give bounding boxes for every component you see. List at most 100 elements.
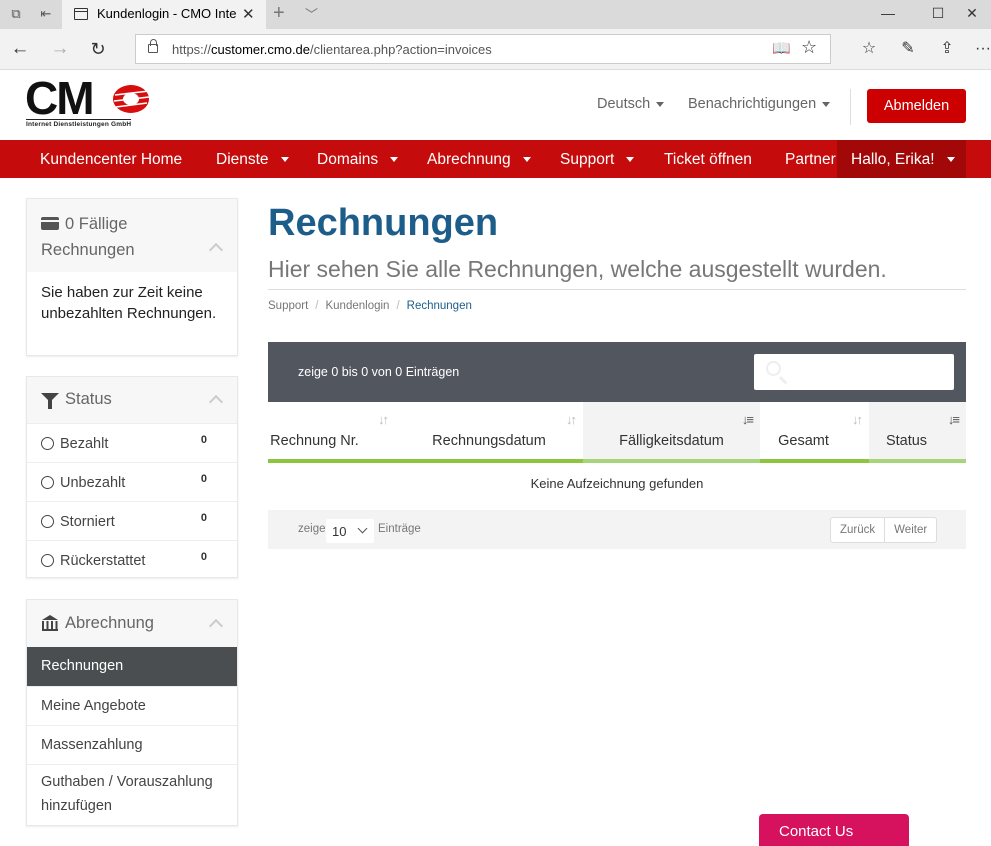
status-filter-cancelled[interactable]: Storniert 0	[27, 501, 237, 540]
nav-item-support[interactable]: Support	[560, 151, 635, 169]
page-length-select[interactable]: 10	[326, 519, 374, 543]
set-aside-tabs-icon[interactable]: ⇤	[38, 6, 54, 22]
status-filter-paid[interactable]: Bezahlt 0	[27, 423, 237, 462]
breadcrumb-client-login[interactable]: Kundenlogin	[325, 300, 389, 312]
language-dropdown[interactable]: Deutsch	[597, 96, 665, 112]
billing-menu-mass-payment[interactable]: Massenzahlung	[27, 725, 237, 764]
browser-tab[interactable]: Kundenlogin - CMO Inte ✕	[62, 0, 266, 29]
page-subtitle: Hier sehen Sie alle Rechnungen, welche a…	[268, 256, 887, 282]
radio-icon[interactable]	[41, 515, 54, 528]
table-empty-message: Keine Aufzeichnung gefunden	[530, 476, 704, 491]
site-header: CM Internet Dienstleistungen GmbH Deutsc…	[0, 70, 991, 140]
tab-title: Kundenlogin - CMO Inte	[97, 6, 237, 21]
billing-menu-title: Abrechnung	[65, 614, 154, 632]
table-info: zeige 0 bis 0 von 0 Einträgen	[298, 365, 460, 379]
status-filter-refunded[interactable]: Rückerstattet 0	[27, 540, 237, 579]
share-icon[interactable]: ⇪	[936, 38, 958, 60]
maximize-icon[interactable]: ☐	[928, 3, 948, 23]
nav-item-services[interactable]: Dienste	[216, 151, 289, 169]
page-icon	[74, 8, 88, 20]
nav-item-open-ticket[interactable]: Ticket öffnen	[664, 151, 752, 169]
contact-us-button[interactable]: Contact Us	[759, 814, 909, 846]
billing-menu-invoices[interactable]: Rechnungen	[27, 647, 237, 686]
sort-ascending-icon: ↓≡	[741, 412, 754, 427]
nav-item-partner[interactable]: Partner	[785, 151, 836, 169]
status-count: 0	[200, 512, 207, 524]
column-header-total[interactable]: ↓↑ Gesamt	[760, 402, 869, 463]
more-icon[interactable]: ···	[972, 38, 991, 60]
chevron-down-icon	[822, 101, 831, 107]
main-navigation: Kundencenter Home Dienste Domains Abrech…	[0, 140, 991, 178]
sort-icon: ↓↑	[566, 412, 577, 427]
chevron-up-icon[interactable]	[208, 242, 224, 258]
chevron-up-icon[interactable]	[208, 618, 224, 634]
pagination: Zurück Weiter	[830, 517, 938, 543]
minimize-icon[interactable]: —	[878, 3, 898, 23]
favorite-star-icon[interactable]: ☆	[801, 37, 817, 58]
reading-view-icon[interactable]: 📖	[772, 39, 791, 57]
cmo-logo[interactable]: CM Internet Dienstleistungen GmbH	[25, 74, 155, 130]
sort-icon: ↓↑	[378, 412, 389, 427]
nav-item-home[interactable]: Kundencenter Home	[40, 151, 182, 169]
logout-button[interactable]: Abmelden	[867, 89, 966, 123]
due-invoices-message: Sie haben zur Zeit keine unbezahlten Rec…	[41, 284, 217, 322]
nav-item-billing[interactable]: Abrechnung	[427, 151, 531, 169]
close-tab-icon[interactable]: ✕	[242, 5, 255, 23]
due-invoices-header[interactable]: 0 Fällige Rechnungen	[27, 199, 237, 272]
breadcrumb-support[interactable]: Support	[268, 300, 308, 312]
status-filter-unpaid[interactable]: Unbezahlt 0	[27, 462, 237, 501]
billing-menu-quotes[interactable]: Meine Angebote	[27, 686, 237, 725]
status-filter-title: Status	[65, 390, 112, 408]
forward-icon[interactable]: →	[48, 37, 72, 61]
close-window-icon[interactable]: ✕	[962, 3, 982, 23]
favorites-list-icon[interactable]: ☆	[858, 38, 880, 60]
previous-page-button[interactable]: Zurück	[831, 518, 884, 542]
page-length-suffix: Einträge	[378, 523, 421, 535]
search-icon	[766, 361, 781, 376]
table-toolbar: zeige 0 bis 0 von 0 Einträgen	[268, 342, 966, 402]
page-length-prefix: zeige	[298, 523, 326, 535]
radio-icon[interactable]	[41, 554, 54, 567]
sort-descending-icon: ↓≡	[947, 412, 960, 427]
chevron-down-icon	[357, 523, 368, 534]
chevron-down-icon	[280, 157, 289, 163]
status-count: 0	[200, 434, 207, 446]
table-search-input[interactable]	[754, 354, 954, 390]
breadcrumb-current: Rechnungen	[406, 300, 472, 312]
billing-menu-add-funds[interactable]: Guthaben / Vorauszahlung hinzufügen	[27, 764, 237, 827]
refresh-icon[interactable]: ↻	[86, 37, 110, 61]
filter-icon	[41, 393, 59, 409]
column-header-invoice-date[interactable]: ↓↑ Rechnungsdatum	[395, 402, 583, 463]
radio-icon[interactable]	[41, 437, 54, 450]
notifications-dropdown[interactable]: Benachrichtigungen	[688, 96, 831, 112]
billing-menu-panel: Abrechnung Rechnungen Meine Angebote Mas…	[26, 599, 238, 826]
chevron-down-icon	[946, 157, 955, 163]
column-header-due-date[interactable]: ↓≡ Fälligkeitsdatum	[583, 402, 760, 463]
chevron-down-icon	[626, 157, 635, 163]
page-title: Rechnungen	[268, 202, 499, 244]
back-icon[interactable]: ←	[8, 37, 32, 61]
new-tab-icon[interactable]: +	[273, 2, 285, 25]
chevron-up-icon[interactable]	[208, 394, 224, 410]
credit-card-icon	[41, 217, 59, 230]
radio-icon[interactable]	[41, 476, 54, 489]
tab-manager-icon[interactable]: ⧉	[8, 6, 24, 22]
chevron-down-icon	[656, 101, 665, 107]
status-count: 0	[200, 473, 207, 485]
status-filter-header[interactable]: Status	[27, 377, 237, 423]
column-header-status[interactable]: ↓≡ Status	[869, 402, 966, 463]
column-header-invoice-number[interactable]: ↓↑ Rechnung Nr.	[268, 402, 395, 463]
next-page-button[interactable]: Weiter	[884, 518, 936, 542]
nav-item-domains[interactable]: Domains	[317, 151, 399, 169]
address-bar[interactable]: https://customer.cmo.de/clientarea.php?a…	[135, 34, 831, 64]
header-divider	[850, 89, 851, 125]
user-menu[interactable]: Hallo, Erika!	[837, 140, 966, 178]
url-text[interactable]: https://customer.cmo.de/clientarea.php?a…	[172, 42, 492, 57]
due-invoices-panel: 0 Fällige Rechnungen Sie haben zur Zeit …	[26, 198, 238, 356]
browser-tabbar: ⧉ ⇤ Kundenlogin - CMO Inte ✕ + ﹀ — ☐ ✕	[0, 0, 991, 29]
bank-icon	[41, 615, 59, 631]
tab-list-chevron-icon[interactable]: ﹀	[305, 4, 318, 23]
table-footer: zeige 10 Einträge Zurück Weiter	[268, 510, 966, 549]
pen-icon[interactable]: ✎	[897, 38, 919, 60]
billing-menu-header[interactable]: Abrechnung	[27, 600, 237, 647]
